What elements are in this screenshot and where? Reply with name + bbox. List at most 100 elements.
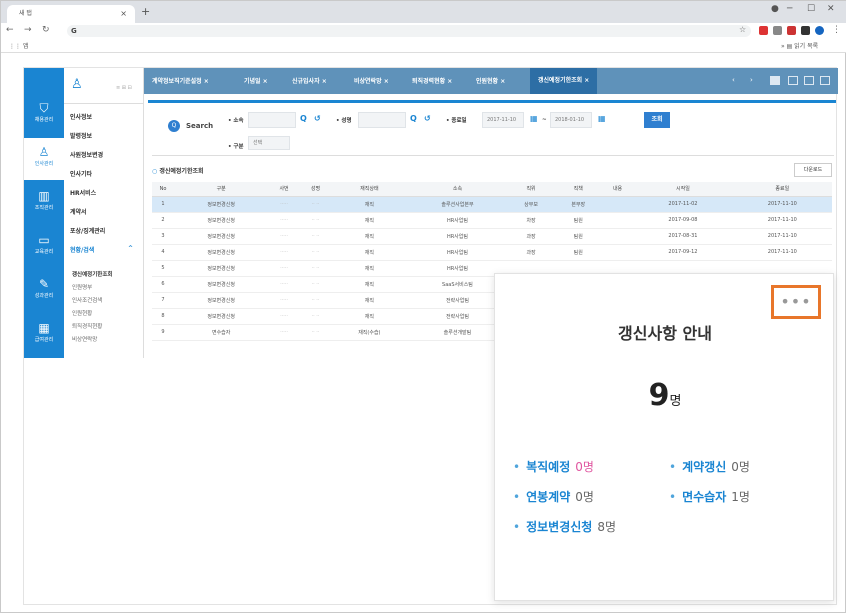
more-options-button[interactable]: •••	[771, 285, 821, 319]
page-tab[interactable]: 인원현황 ×	[476, 76, 505, 85]
page-tab[interactable]: 비상연락망 ×	[354, 76, 389, 85]
rail-item-hr[interactable]: ♙ 인사관리	[24, 138, 64, 180]
column-header[interactable]: 사번	[268, 182, 300, 197]
menu-dots-icon[interactable]: ⋮	[832, 25, 841, 35]
refresh-icon[interactable]: ↺	[424, 114, 431, 123]
date-to-field[interactable]: 2018-01-10	[550, 112, 592, 128]
table-cell: 2017-11-02	[633, 196, 733, 213]
apps-link[interactable]: ⋮⋮ 앱	[9, 41, 28, 50]
calendar-icon[interactable]: ▦	[598, 114, 606, 123]
summary-item[interactable]: • 복직예정 0명	[513, 458, 594, 475]
sidebar-item[interactable]: 발령정보	[70, 131, 92, 140]
layout-icon[interactable]	[804, 76, 814, 85]
submenu-item[interactable]: 인원현황	[72, 309, 92, 317]
column-header[interactable]: 구분	[174, 182, 269, 197]
extension-icon[interactable]	[759, 26, 768, 35]
search-icon[interactable]: Q	[300, 114, 307, 123]
table-row[interactable]: 4 정보변경신청 ····· ·· ·· 재직 HR사업팀 과장 팀원 2017-09-12 20…	[152, 244, 832, 261]
close-icon[interactable]: ×	[204, 78, 209, 85]
minimize-button[interactable]: ─	[787, 4, 792, 14]
column-header[interactable]: 성명	[299, 182, 332, 197]
window-icon[interactable]	[770, 76, 780, 85]
rail-item-edu[interactable]: ▭ 교육관리	[24, 226, 64, 268]
close-icon[interactable]: ×	[447, 78, 452, 85]
refresh-icon[interactable]: ↺	[314, 114, 321, 123]
column-header[interactable]: 시작일	[633, 182, 733, 197]
page-tab[interactable]: 신규입사자 ×	[292, 76, 327, 85]
column-header[interactable]: 직위	[507, 182, 555, 197]
summary-item[interactable]: • 정보변경신청 8명	[513, 518, 616, 535]
maximize-button[interactable]: ☐	[807, 4, 815, 14]
browser-tab[interactable]: 새 탭 ×	[7, 5, 135, 23]
rail-item-org[interactable]: ▥ 조직관리	[24, 182, 64, 224]
submenu-item[interactable]: 퇴직경직현황	[72, 322, 102, 330]
rail-item-recruit[interactable]: ⛉ 채용관리	[24, 94, 64, 136]
page-tab[interactable]: 기념일 ×	[244, 76, 268, 85]
rail-label: 채용관리	[34, 117, 54, 123]
sidebar-item[interactable]: 계약서	[70, 207, 87, 216]
tab-prev-icon[interactable]: ‹	[732, 76, 735, 84]
calendar-icon[interactable]: ▦	[530, 114, 538, 123]
tab-close-icon[interactable]: ×	[120, 5, 127, 23]
page-tab[interactable]: 계약정보직기준설정 ×	[152, 76, 209, 85]
submenu-item-active[interactable]: 갱신예정기한조회	[72, 270, 112, 278]
column-header[interactable]: No	[152, 182, 174, 197]
new-tab-button[interactable]: +	[141, 5, 150, 18]
table-cell: 8	[152, 308, 174, 325]
page-tab-label: 인원현황	[476, 78, 499, 85]
dept-field[interactable]	[248, 112, 296, 128]
sidebar-item[interactable]: 인사정보	[70, 112, 92, 121]
column-header[interactable]: 소속	[407, 182, 508, 197]
sidebar-item[interactable]: HR서비스	[70, 188, 96, 197]
tab-next-icon[interactable]: ›	[750, 76, 753, 84]
summary-item[interactable]: • 연봉계약 0명	[513, 488, 594, 505]
forward-icon[interactable]: →	[24, 25, 32, 35]
search-icon[interactable]: Q	[410, 114, 417, 123]
close-icon[interactable]: ×	[263, 78, 268, 85]
omnibox[interactable]: G	[67, 25, 751, 37]
star-icon[interactable]: ☆	[739, 25, 746, 34]
extension-icon[interactable]	[773, 26, 782, 35]
table-row[interactable]: 1 정보변경신청 ····· ·· ·· 재직 솔루션사업본부 상무보 본부장 2017-11-…	[152, 196, 832, 213]
rail-item-pay[interactable]: ▦ 급여관리	[24, 314, 64, 356]
close-icon[interactable]: ×	[584, 77, 589, 84]
column-header[interactable]: 종료일	[732, 182, 832, 197]
layout-icon[interactable]	[820, 76, 830, 85]
summary-item[interactable]: • 계약갱신 0명	[669, 458, 750, 475]
sidebar-item[interactable]: 인사기타	[70, 169, 92, 178]
submenu-item[interactable]: 인사조건검색	[72, 296, 102, 304]
date-from-field[interactable]: 2017-11-10	[482, 112, 524, 128]
sidebar-item-active[interactable]: 현황/검색 ^	[70, 245, 133, 254]
summary-item[interactable]: • 면수습자 1명	[669, 488, 750, 505]
reload-icon[interactable]: ↻	[42, 25, 50, 35]
close-window-button[interactable]: ✕	[827, 4, 835, 14]
column-header[interactable]: 직책	[554, 182, 602, 197]
extension-icon[interactable]	[787, 26, 796, 35]
page-tab[interactable]: 퇴직경력현황 ×	[412, 76, 452, 85]
sidebar-item[interactable]: 포상/징계관리	[70, 226, 105, 235]
sidebar-item[interactable]: 사원정보변경	[70, 150, 103, 159]
column-header[interactable]: 내용	[601, 182, 634, 197]
submenu-item[interactable]: 비상연락망	[72, 335, 97, 343]
page-tab-active[interactable]: 갱신예정기한조회 ×	[530, 68, 598, 94]
kind-select[interactable]: 선택	[248, 136, 290, 150]
name-field[interactable]	[358, 112, 406, 128]
reading-list-link[interactable]: » ▤ 읽기 목록	[781, 41, 818, 50]
back-icon[interactable]: ←	[6, 25, 14, 35]
close-icon[interactable]: ×	[500, 78, 505, 85]
profile-icon[interactable]: ●	[771, 4, 779, 14]
download-button[interactable]: 다운로드	[794, 163, 832, 177]
avatar[interactable]	[815, 26, 824, 35]
sidebar-controls[interactable]: ≡ ⊞ ⊟	[116, 85, 132, 91]
close-icon[interactable]: ×	[322, 78, 327, 85]
extension-icon[interactable]	[801, 26, 810, 35]
table-row[interactable]: 2 정보변경신청 ····· ·· ·· 재직 HR사업팀 차장 팀원 2017-09-08 20…	[152, 212, 832, 229]
layout-icon[interactable]	[788, 76, 798, 85]
column-header[interactable]: 재직상태	[331, 182, 408, 197]
close-icon[interactable]: ×	[384, 78, 389, 85]
search-icon[interactable]: Q	[168, 120, 180, 132]
table-row[interactable]: 3 정보변경신청 ····· ·· ·· 재직 HR사업팀 과장 팀원 2017-08-31 20…	[152, 228, 832, 245]
rail-item-perf[interactable]: ✎ 성과관리	[24, 270, 64, 312]
query-button[interactable]: 조회	[644, 112, 670, 128]
submenu-item[interactable]: 인원명부	[72, 283, 92, 291]
